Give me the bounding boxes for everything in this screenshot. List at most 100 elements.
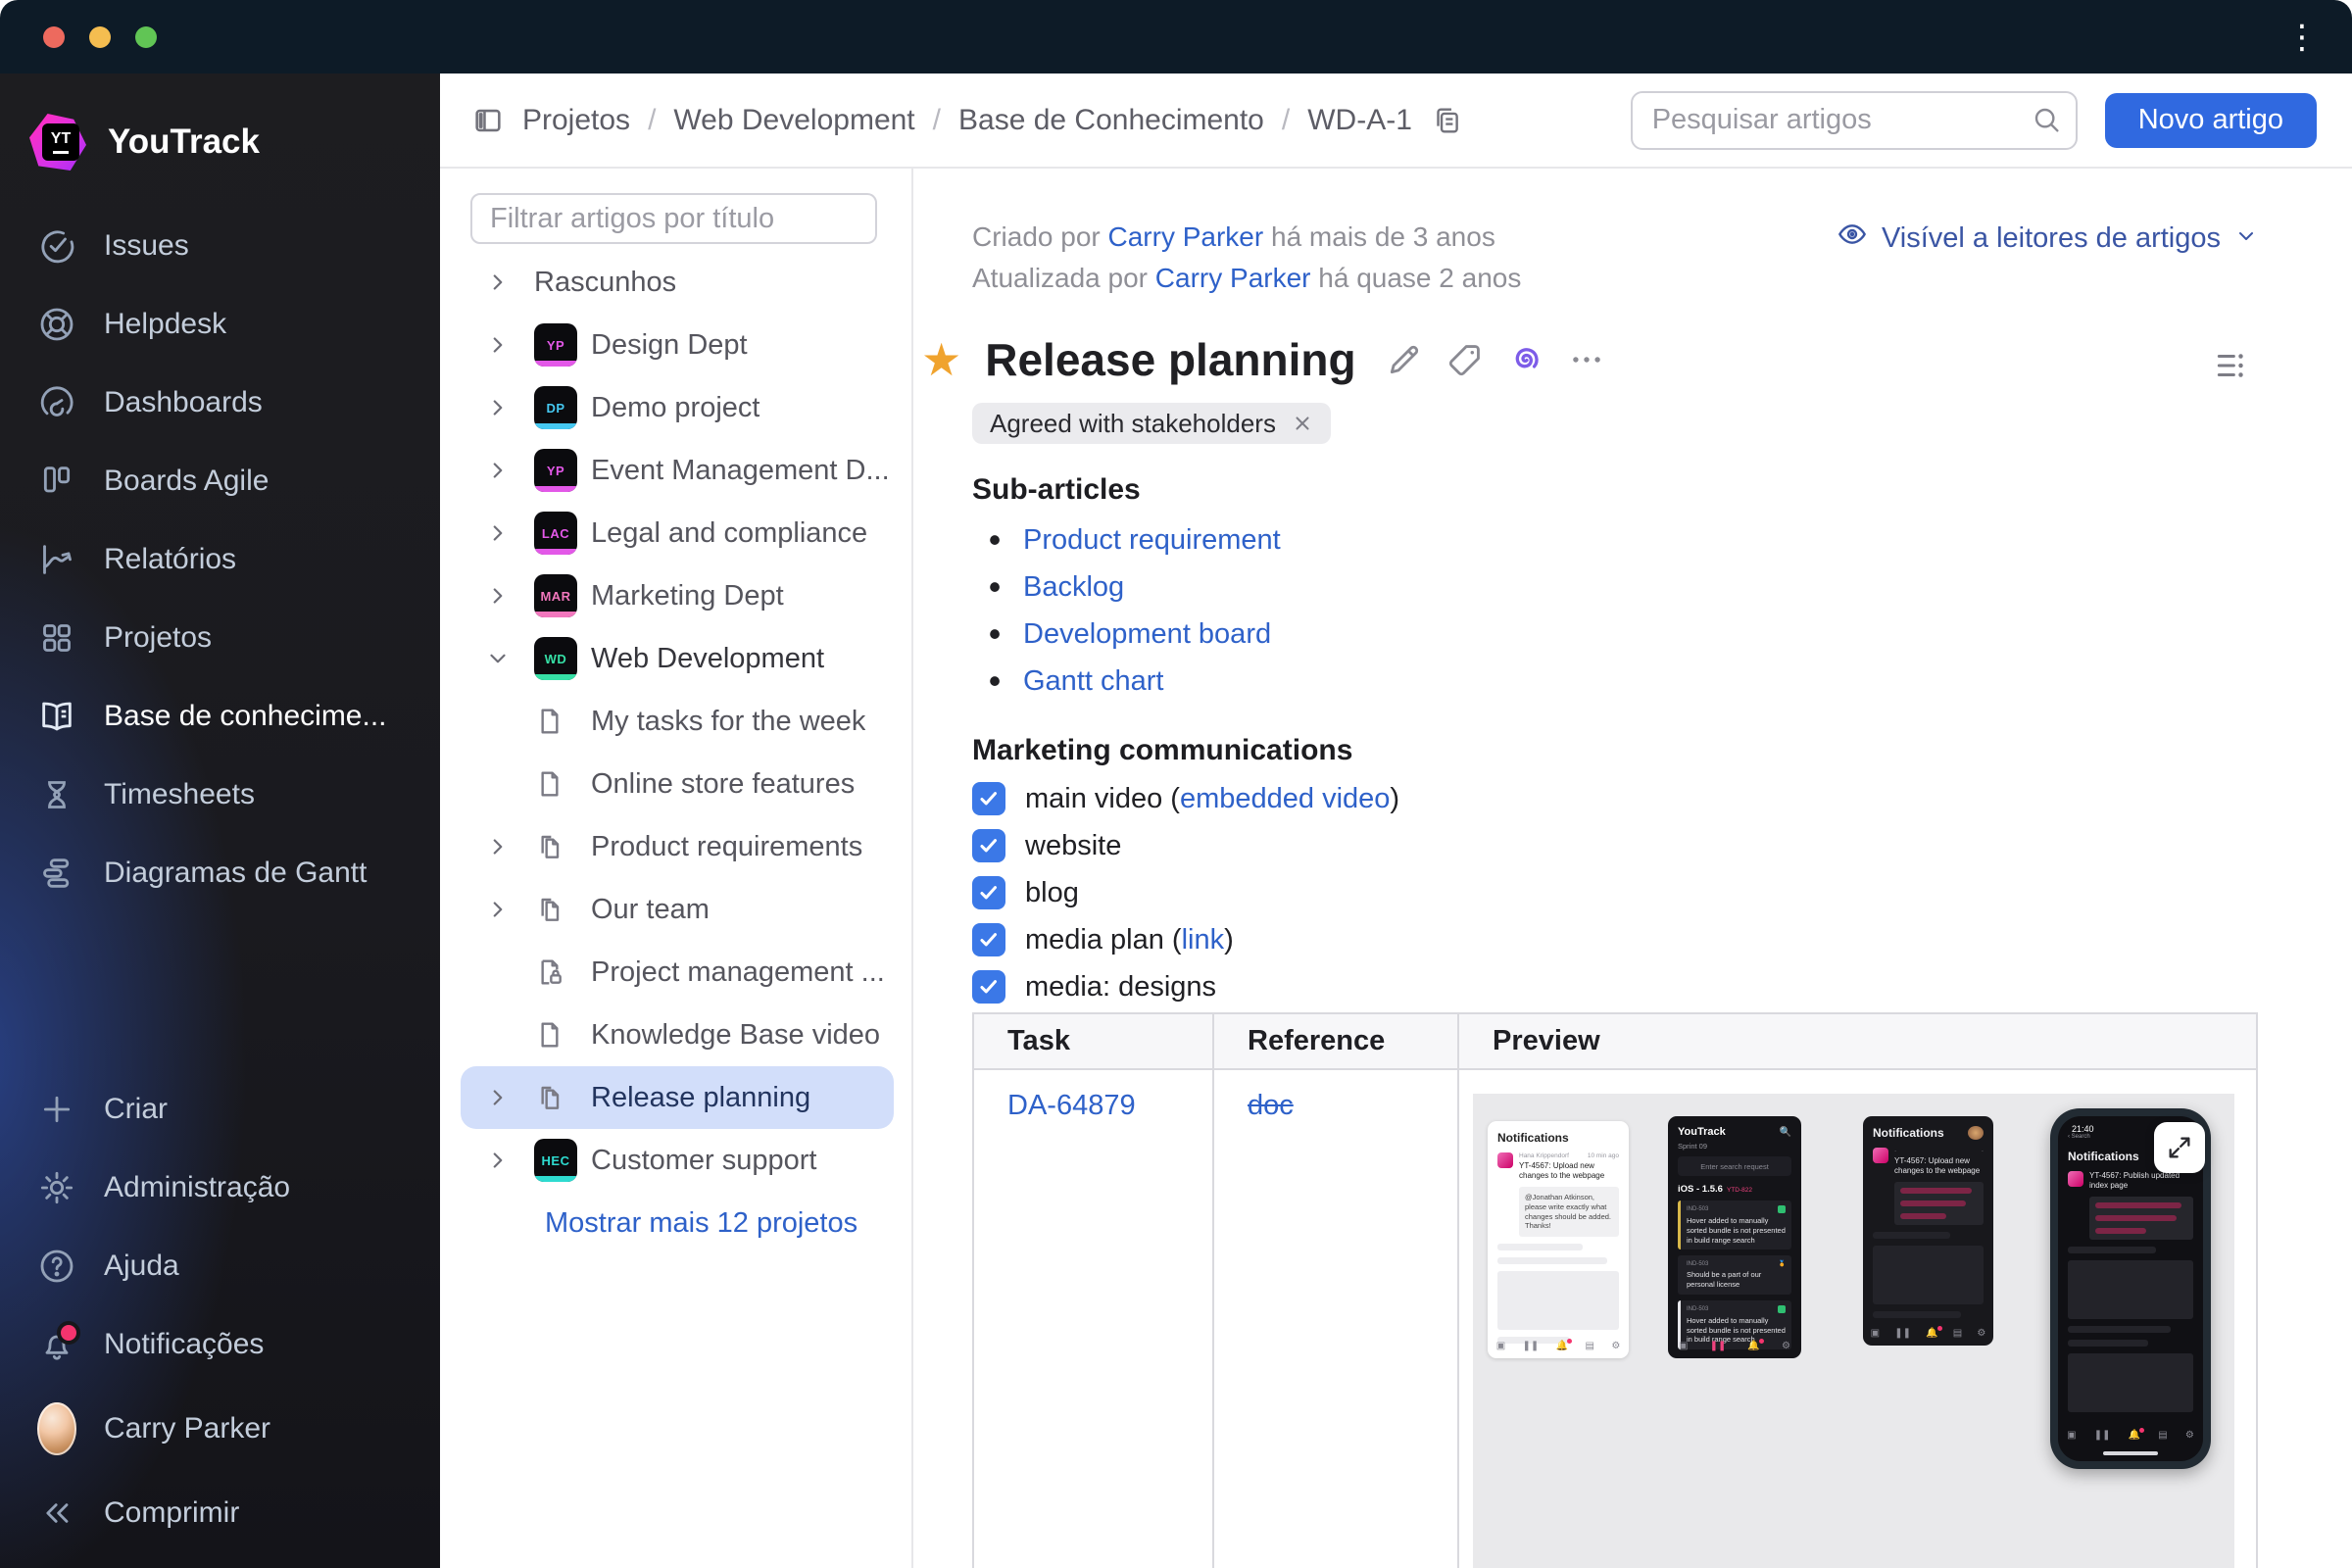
- brand-name: YouTrack: [108, 122, 260, 161]
- breadcrumb-knowledge-base[interactable]: Base de Conhecimento: [958, 104, 1264, 137]
- reference-link[interactable]: doc: [1248, 1090, 1294, 1121]
- sidebar-item-help[interactable]: Ajuda: [0, 1227, 440, 1305]
- plus-icon: [37, 1090, 76, 1129]
- author-link[interactable]: Carry Parker: [1155, 263, 1311, 293]
- close-button[interactable]: [43, 25, 65, 48]
- search-input[interactable]: [1632, 104, 2076, 136]
- list-item: Development board: [972, 611, 2352, 658]
- sidebar-item-projects[interactable]: Projetos: [0, 599, 440, 677]
- breadcrumb-projects[interactable]: Projetos: [522, 104, 630, 137]
- tree-item-product-requirements[interactable]: Product requirements: [461, 815, 894, 878]
- expand-preview-button[interactable]: [2154, 1122, 2205, 1173]
- collapse-sidebar-button[interactable]: Comprimir: [0, 1474, 440, 1552]
- create-button[interactable]: Criar: [0, 1070, 440, 1149]
- chevron-down-icon[interactable]: [485, 646, 534, 671]
- tree-item-our-team[interactable]: Our team: [461, 878, 894, 941]
- project-avatar: HEC: [534, 1139, 591, 1182]
- minimize-button[interactable]: [89, 25, 111, 48]
- chevron-right-icon[interactable]: [485, 520, 534, 546]
- media-plan-link[interactable]: link: [1182, 924, 1225, 956]
- user-avatar: [37, 1402, 76, 1455]
- chevron-right-icon[interactable]: [485, 458, 534, 483]
- sidebar-item-notifications[interactable]: Notificações: [0, 1305, 440, 1384]
- tree-item-customer-support[interactable]: HEC Customer support: [461, 1129, 894, 1192]
- board-columns-icon: [37, 462, 76, 501]
- sidebar-item-timesheets[interactable]: Timesheets: [0, 756, 440, 834]
- panel-toggle-icon[interactable]: [471, 104, 505, 137]
- chevron-right-icon[interactable]: [485, 834, 534, 859]
- subarticle-link[interactable]: Backlog: [1023, 571, 1124, 604]
- visibility-selector[interactable]: Visível a leitores de artigos: [1837, 219, 2258, 258]
- zoom-button[interactable]: [135, 25, 157, 48]
- subarticle-link[interactable]: Gantt chart: [1023, 665, 1163, 698]
- sidebar-nav: Issues Helpdesk Dashboards Boards Agile …: [0, 207, 440, 912]
- open-book-icon: [37, 697, 76, 736]
- phone-nav-bar: ▣ ❚❚ 🔔 ▤ ⚙: [1870, 1325, 1986, 1339]
- edit-pencil-icon[interactable]: [1386, 341, 1423, 378]
- ai-assistant-icon[interactable]: [1507, 341, 1544, 378]
- chevron-right-icon[interactable]: [485, 583, 534, 609]
- chevron-right-icon[interactable]: [485, 332, 534, 358]
- tree-item-legal-compliance[interactable]: LAC Legal and compliance: [461, 502, 894, 564]
- checkbox-checked[interactable]: [972, 923, 1005, 956]
- tag-icon[interactable]: [1446, 341, 1484, 378]
- show-more-projects-link[interactable]: Mostrar mais 12 projetos: [545, 1207, 911, 1240]
- sidebar-item-knowledge-base[interactable]: Base de conhecime...: [0, 677, 440, 756]
- articles-stack-icon: [534, 1082, 591, 1113]
- copy-id-icon[interactable]: [1430, 104, 1463, 137]
- more-actions-icon[interactable]: [1568, 341, 1605, 378]
- tree-item-my-tasks[interactable]: My tasks for the week: [461, 690, 894, 753]
- tree-item-kb-video[interactable]: Knowledge Base video: [461, 1004, 894, 1066]
- sidebar-item-boards-agile[interactable]: Boards Agile: [0, 442, 440, 520]
- embedded-video-link[interactable]: embedded video: [1180, 783, 1390, 814]
- subarticle-link[interactable]: Development board: [1023, 618, 1271, 651]
- subarticle-link[interactable]: Product requirement: [1023, 524, 1281, 557]
- project-avatar: YP: [534, 323, 591, 367]
- tree-item-design-dept[interactable]: YP Design Dept: [461, 314, 894, 376]
- checkbox-checked[interactable]: [972, 782, 1005, 815]
- tree-item-drafts[interactable]: Rascunhos: [461, 251, 894, 314]
- articles-stack-icon: [534, 894, 591, 925]
- article-view: Criado por Carry Parker há mais de 3 ano…: [913, 169, 2352, 1568]
- hourglass-icon: [37, 775, 76, 814]
- new-article-button[interactable]: Novo artigo: [2104, 92, 2317, 148]
- article-icon: [534, 768, 591, 800]
- tree-item-web-development[interactable]: WD Web Development: [461, 627, 894, 690]
- breadcrumb-project[interactable]: Web Development: [673, 104, 914, 137]
- favorite-star-icon[interactable]: ★: [921, 337, 961, 382]
- author-link[interactable]: Carry Parker: [1108, 221, 1264, 252]
- breadcrumb-article-id[interactable]: WD-A-1: [1307, 104, 1412, 137]
- chevron-right-icon[interactable]: [485, 1148, 534, 1173]
- tree-item-marketing-dept[interactable]: MAR Marketing Dept: [461, 564, 894, 627]
- tree-item-project-management[interactable]: Project management ...: [461, 941, 894, 1004]
- task-link[interactable]: DA-64879: [1007, 1090, 1136, 1121]
- sidebar-item-helpdesk[interactable]: Helpdesk: [0, 285, 440, 364]
- chevron-right-icon[interactable]: [485, 897, 534, 922]
- tag-chip[interactable]: Agreed with stakeholders: [972, 403, 1331, 444]
- checkbox-checked[interactable]: [972, 829, 1005, 862]
- table-of-contents-icon[interactable]: [2213, 347, 2250, 389]
- tree-item-online-store[interactable]: Online store features: [461, 753, 894, 815]
- chevron-right-icon[interactable]: [485, 270, 534, 295]
- checkbox-checked[interactable]: [972, 970, 1005, 1004]
- tree-item-release-planning[interactable]: Release planning: [461, 1066, 894, 1129]
- sidebar-item-gantt[interactable]: Diagramas de Gantt: [0, 834, 440, 912]
- tree-filter-input[interactable]: [470, 193, 877, 244]
- list-item: Backlog: [972, 564, 2352, 611]
- chevron-right-icon[interactable]: [485, 1085, 534, 1110]
- chevron-right-icon[interactable]: [485, 395, 534, 420]
- sidebar-item-reports[interactable]: Relatórios: [0, 520, 440, 599]
- search-icon[interactable]: [2031, 104, 2062, 140]
- tree-item-demo-project[interactable]: DP Demo project: [461, 376, 894, 439]
- sidebar-item-dashboards[interactable]: Dashboards: [0, 364, 440, 442]
- tree-item-event-management[interactable]: YP Event Management D...: [461, 439, 894, 502]
- sidebar-item-administration[interactable]: Administração: [0, 1149, 440, 1227]
- sidebar-item-issues[interactable]: Issues: [0, 207, 440, 285]
- window-controls: [43, 25, 157, 48]
- remove-tag-icon[interactable]: [1292, 413, 1313, 434]
- user-menu[interactable]: Carry Parker: [0, 1384, 440, 1474]
- gauge-icon: [37, 383, 76, 422]
- preview-attachment-image[interactable]: Notifications Hana Krippendorf 10 min ago…: [1473, 1094, 2234, 1568]
- window-menu-icon[interactable]: ⋮: [2285, 21, 2319, 54]
- checkbox-checked[interactable]: [972, 876, 1005, 909]
